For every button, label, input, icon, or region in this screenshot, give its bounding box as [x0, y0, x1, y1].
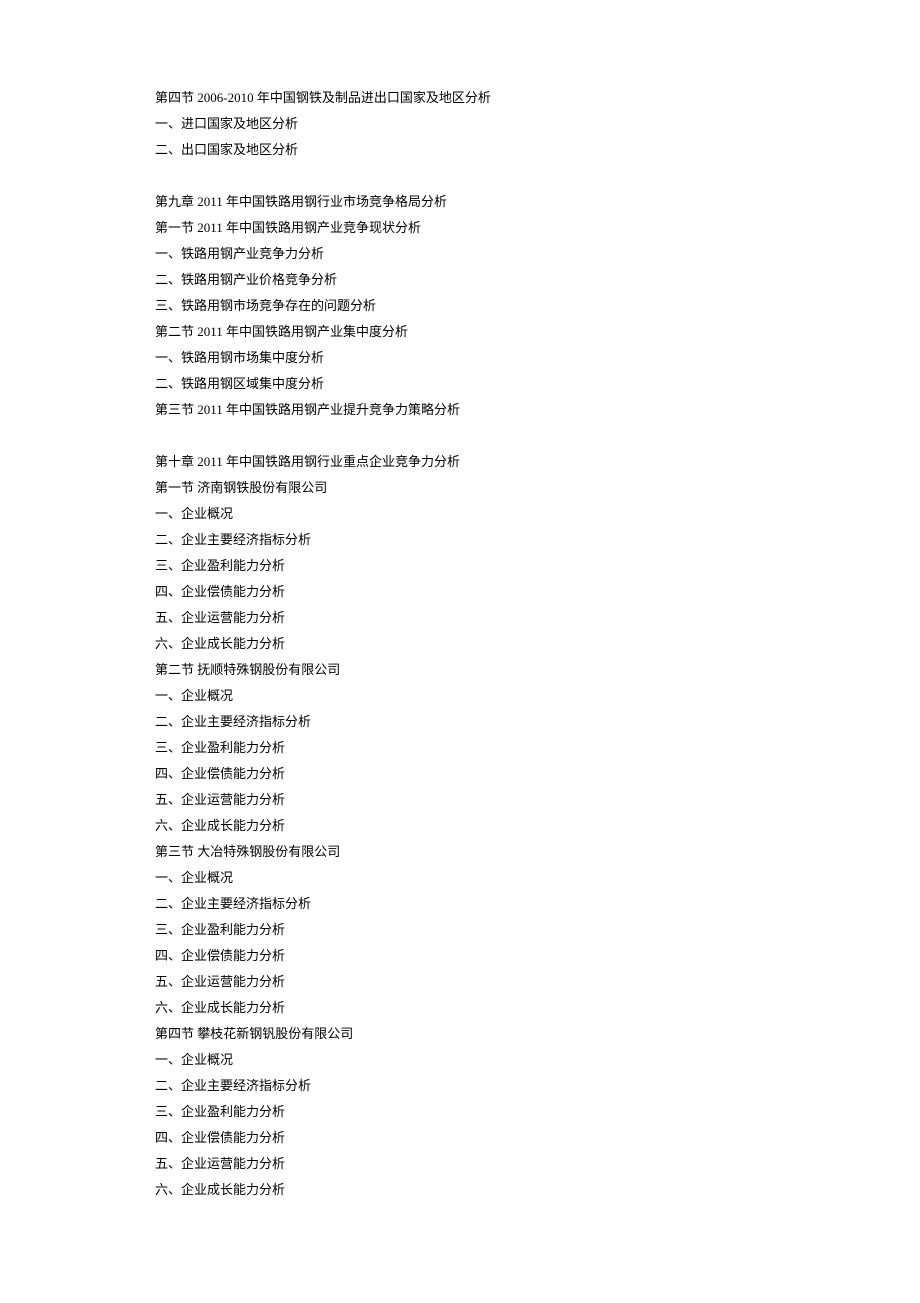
toc-line: 三、企业盈利能力分析: [155, 553, 765, 579]
toc-line: 第一节 2011 年中国铁路用钢产业竞争现状分析: [155, 215, 765, 241]
toc-line: 二、铁路用钢产业价格竞争分析: [155, 267, 765, 293]
toc-line: 二、铁路用钢区域集中度分析: [155, 371, 765, 397]
blank-line: [155, 163, 765, 189]
toc-line: 三、企业盈利能力分析: [155, 917, 765, 943]
blank-line: [155, 423, 765, 449]
toc-line: 五、企业运营能力分析: [155, 969, 765, 995]
toc-line: 五、企业运营能力分析: [155, 605, 765, 631]
toc-line: 六、企业成长能力分析: [155, 995, 765, 1021]
toc-line: 第三节 大冶特殊钢股份有限公司: [155, 839, 765, 865]
toc-line: 第四节 2006-2010 年中国钢铁及制品进出口国家及地区分析: [155, 85, 765, 111]
toc-line: 六、企业成长能力分析: [155, 631, 765, 657]
toc-line: 二、出口国家及地区分析: [155, 137, 765, 163]
toc-line: 二、企业主要经济指标分析: [155, 527, 765, 553]
toc-line: 第十章 2011 年中国铁路用钢行业重点企业竞争力分析: [155, 449, 765, 475]
toc-line: 二、企业主要经济指标分析: [155, 709, 765, 735]
toc-line: 三、企业盈利能力分析: [155, 735, 765, 761]
toc-line: 第一节 济南钢铁股份有限公司: [155, 475, 765, 501]
toc-line: 四、企业偿债能力分析: [155, 943, 765, 969]
toc-line: 三、铁路用钢市场竞争存在的问题分析: [155, 293, 765, 319]
toc-line: 一、企业概况: [155, 683, 765, 709]
toc-line: 一、企业概况: [155, 1047, 765, 1073]
toc-line: 六、企业成长能力分析: [155, 1177, 765, 1203]
toc-line: 四、企业偿债能力分析: [155, 1125, 765, 1151]
toc-line: 第二节 2011 年中国铁路用钢产业集中度分析: [155, 319, 765, 345]
toc-line: 四、企业偿债能力分析: [155, 579, 765, 605]
toc-line: 一、进口国家及地区分析: [155, 111, 765, 137]
toc-line: 第四节 攀枝花新钢钒股份有限公司: [155, 1021, 765, 1047]
toc-line: 一、企业概况: [155, 865, 765, 891]
toc-line: 二、企业主要经济指标分析: [155, 891, 765, 917]
toc-line: 一、铁路用钢产业竞争力分析: [155, 241, 765, 267]
toc-line: 二、企业主要经济指标分析: [155, 1073, 765, 1099]
toc-line: 一、铁路用钢市场集中度分析: [155, 345, 765, 371]
toc-line: 六、企业成长能力分析: [155, 813, 765, 839]
toc-line: 五、企业运营能力分析: [155, 787, 765, 813]
toc-line: 第三节 2011 年中国铁路用钢产业提升竞争力策略分析: [155, 397, 765, 423]
toc-line: 第二节 抚顺特殊钢股份有限公司: [155, 657, 765, 683]
toc-line: 第九章 2011 年中国铁路用钢行业市场竞争格局分析: [155, 189, 765, 215]
toc-line: 五、企业运营能力分析: [155, 1151, 765, 1177]
toc-line: 三、企业盈利能力分析: [155, 1099, 765, 1125]
toc-line: 四、企业偿债能力分析: [155, 761, 765, 787]
toc-line: 一、企业概况: [155, 501, 765, 527]
